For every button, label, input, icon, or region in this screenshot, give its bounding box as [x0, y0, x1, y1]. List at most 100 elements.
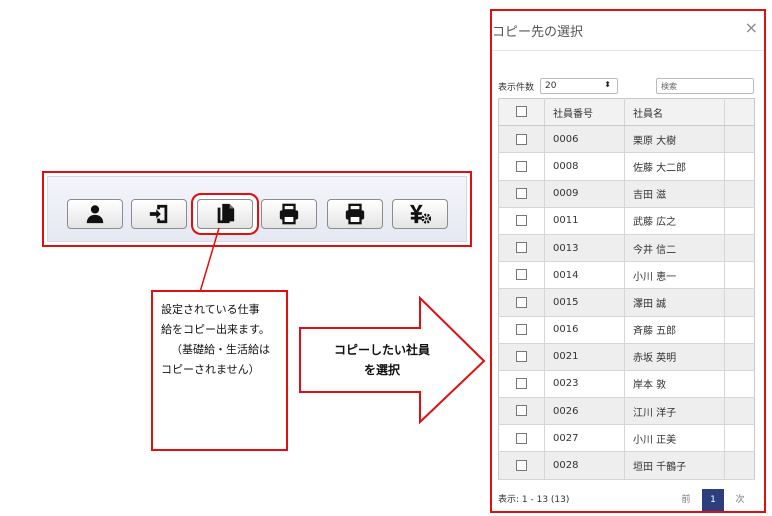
- import-button[interactable]: [131, 199, 187, 229]
- employee-code-cell: 0026: [544, 397, 625, 426]
- close-icon[interactable]: ×: [745, 18, 758, 37]
- search-input[interactable]: [656, 78, 754, 94]
- row-select-cell: [498, 152, 545, 181]
- employee-code-cell: 0008: [544, 152, 625, 181]
- stage: 設定されている仕事 給をコピー出来ます。 （基礎給・生活給は コピーされません）…: [0, 0, 772, 516]
- table-row[interactable]: 0026 江川 洋子: [498, 397, 755, 426]
- per-page-select[interactable]: 20 ⬍: [540, 78, 618, 94]
- employee-code-cell: 0016: [544, 316, 625, 344]
- row-select-cell: [498, 451, 545, 480]
- yen-settings-icon: [409, 204, 431, 224]
- column-header-extra: [724, 98, 755, 127]
- employee-code-cell: 0014: [544, 261, 625, 290]
- row-extra-cell: [724, 152, 755, 181]
- next-page-button[interactable]: 次: [730, 489, 750, 511]
- table-body: 0006 栗原 大樹 0008 佐藤 大二郎 0009 吉田 滋 0011 武藤 広之 0013…: [498, 125, 755, 480]
- callout-line: 給をコピー出来ます。: [161, 323, 270, 336]
- row-checkbox[interactable]: [516, 378, 527, 390]
- select-arrow-icon: ⬍: [604, 80, 611, 89]
- table-row[interactable]: 0021 赤坂 英明: [498, 343, 755, 371]
- row-select-cell: [498, 207, 545, 235]
- row-checkbox[interactable]: [516, 187, 527, 199]
- prev-page-button[interactable]: 前: [676, 489, 696, 511]
- print-icon: [279, 203, 299, 225]
- employee-name-cell: 赤坂 英明: [624, 343, 725, 371]
- row-extra-cell: [724, 424, 755, 453]
- row-extra-cell: [724, 451, 755, 480]
- employee-name-cell: 岸本 敦: [624, 370, 725, 399]
- table-row[interactable]: 0008 佐藤 大二郎: [498, 152, 755, 181]
- copy-icon: [217, 203, 235, 224]
- row-select-cell: [498, 234, 545, 263]
- person-icon: [86, 205, 104, 224]
- callout-line: コピーされません）: [161, 363, 260, 376]
- column-header-code[interactable]: 社員番号: [544, 98, 625, 127]
- table-row[interactable]: 0011 武藤 広之: [498, 207, 755, 235]
- employee-name-cell: 小川 正美: [624, 424, 725, 453]
- row-extra-cell: [724, 261, 755, 290]
- dialog-header: コピー先の選択 ×: [492, 11, 764, 51]
- employee-code-cell: 0028: [544, 451, 625, 480]
- row-checkbox[interactable]: [516, 296, 527, 308]
- row-select-cell: [498, 261, 545, 290]
- table-row[interactable]: 0009 吉田 滋: [498, 180, 755, 208]
- row-checkbox[interactable]: [516, 242, 527, 254]
- table-row[interactable]: 0014 小川 恵一: [498, 261, 755, 290]
- import-icon: [149, 204, 168, 224]
- row-checkbox[interactable]: [516, 432, 527, 444]
- callout-line: （基礎給・生活給は: [171, 343, 270, 356]
- page-1-button[interactable]: 1: [702, 489, 724, 511]
- table-row[interactable]: 0015 澤田 誠: [498, 288, 755, 317]
- employee-code-cell: 0009: [544, 180, 625, 208]
- table-row[interactable]: 0023 岸本 敦: [498, 370, 755, 399]
- employee-code-cell: 0021: [544, 343, 625, 371]
- row-select-cell: [498, 316, 545, 344]
- row-checkbox[interactable]: [516, 215, 527, 227]
- table-row[interactable]: 0006 栗原 大樹: [498, 125, 755, 154]
- table-row[interactable]: 0028 垣田 千鶴子: [498, 451, 755, 480]
- row-checkbox[interactable]: [516, 459, 527, 471]
- employee-name-cell: 江川 洋子: [624, 397, 725, 426]
- row-checkbox[interactable]: [516, 405, 527, 417]
- salary-settings-button[interactable]: [392, 199, 448, 229]
- table-header-row: 社員番号 社員名: [498, 98, 755, 127]
- copy-button[interactable]: [197, 199, 253, 229]
- row-select-cell: [498, 397, 545, 426]
- row-extra-cell: [724, 207, 755, 235]
- per-page-value: 20: [545, 81, 557, 91]
- employee-name-cell: 佐藤 大二郎: [624, 152, 725, 181]
- employee-name-cell: 斉藤 五郎: [624, 316, 725, 344]
- row-checkbox[interactable]: [516, 269, 527, 281]
- arrow-label-line: コピーしたい社員: [333, 343, 430, 357]
- table-row[interactable]: 0013 今井 信二: [498, 234, 755, 263]
- employee-name-cell: 小川 恵一: [624, 261, 725, 290]
- employee-code-cell: 0027: [544, 424, 625, 453]
- select-all-checkbox[interactable]: [516, 106, 527, 118]
- callout-line: 設定されている仕事: [161, 303, 260, 316]
- row-checkbox[interactable]: [516, 160, 527, 172]
- employee-name-cell: 武藤 広之: [624, 207, 725, 235]
- row-extra-cell: [724, 397, 755, 426]
- row-checkbox[interactable]: [516, 133, 527, 145]
- row-checkbox[interactable]: [516, 351, 527, 363]
- toolbar: [47, 176, 467, 242]
- row-checkbox[interactable]: [516, 323, 527, 335]
- employee-code-cell: 0006: [544, 125, 625, 154]
- print-icon: [345, 203, 365, 225]
- row-extra-cell: [724, 234, 755, 263]
- print-button[interactable]: [261, 199, 317, 229]
- table-row[interactable]: 0016 斉藤 五郎: [498, 316, 755, 344]
- table-row[interactable]: 0027 小川 正美: [498, 424, 755, 453]
- print-button-2[interactable]: [327, 199, 383, 229]
- employee-button[interactable]: [67, 199, 123, 229]
- employee-name-cell: 今井 信二: [624, 234, 725, 263]
- per-page-label: 表示件数: [498, 83, 535, 93]
- column-header-name[interactable]: 社員名: [624, 98, 725, 127]
- employee-code-cell: 0013: [544, 234, 625, 263]
- select-all-cell: [498, 98, 545, 127]
- employee-name-cell: 吉田 滋: [624, 180, 725, 208]
- employee-code-cell: 0011: [544, 207, 625, 235]
- callout-box: 設定されている仕事 給をコピー出来ます。 （基礎給・生活給は コピーされません）: [151, 290, 288, 451]
- arrow-label-line: を選択: [363, 363, 400, 377]
- row-select-cell: [498, 125, 545, 154]
